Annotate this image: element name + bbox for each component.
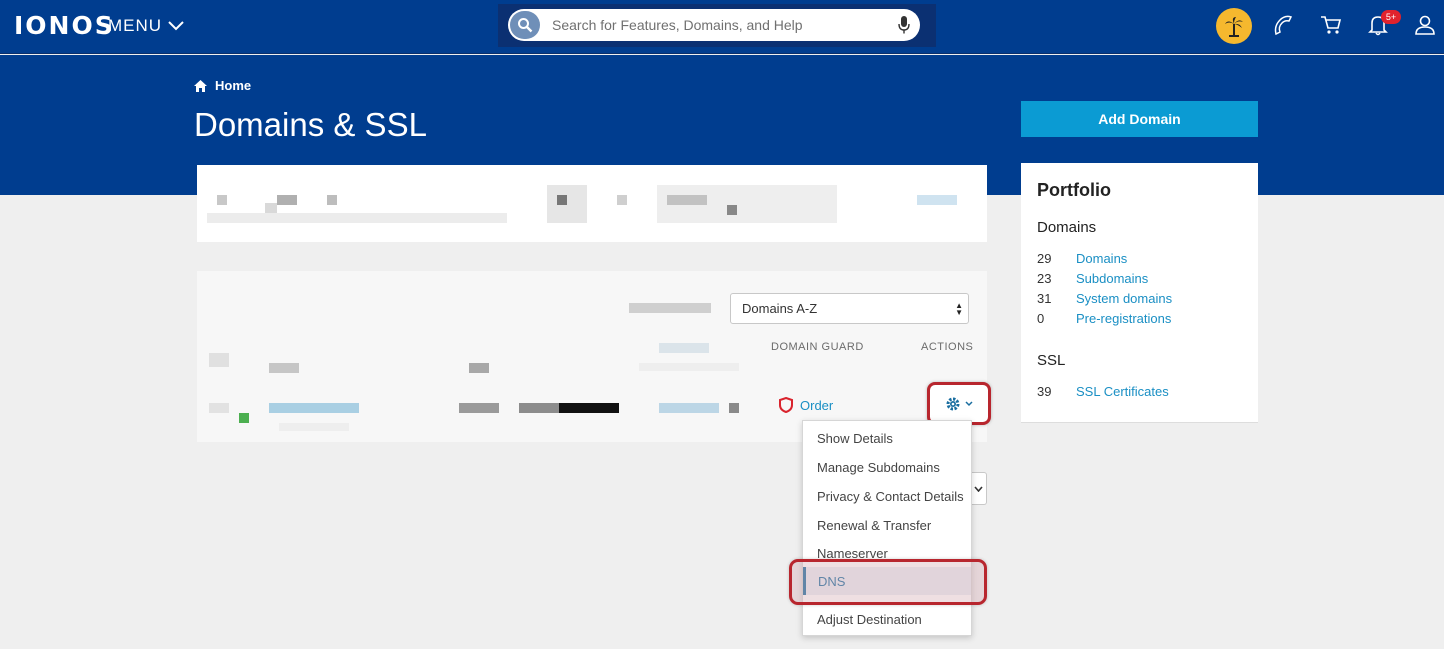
pre-registrations-link[interactable]: Pre-registrations	[1076, 311, 1171, 326]
menu-item-manage-subdomains[interactable]: Manage Subdomains	[803, 453, 971, 481]
page-size-select[interactable]	[970, 472, 987, 505]
search-input[interactable]	[552, 9, 892, 41]
system-domains-link[interactable]: System domains	[1076, 291, 1172, 306]
sort-select[interactable]: Domains A-Z ▲ ▼	[730, 293, 969, 324]
portfolio-row-ssl-certificates: 39 SSL Certificates	[1037, 384, 1169, 399]
chevron-down-icon	[168, 21, 184, 31]
subdomains-link[interactable]: Subdomains	[1076, 271, 1148, 286]
portfolio-row-domains: 29 Domains	[1037, 251, 1127, 266]
notification-badge: 5+	[1381, 10, 1401, 24]
avatar[interactable]	[1216, 8, 1252, 44]
status-indicator	[239, 413, 249, 423]
search-box	[508, 9, 920, 41]
microphone-icon[interactable]	[898, 16, 910, 34]
domains-link[interactable]: Domains	[1076, 251, 1127, 266]
cart-icon[interactable]	[1320, 14, 1342, 36]
portfolio-row-system-domains: 31 System domains	[1037, 291, 1172, 306]
domain-guard-order-link[interactable]: Order	[779, 397, 833, 413]
count: 23	[1037, 271, 1052, 286]
column-header-domain-guard: DOMAIN GUARD	[771, 341, 864, 353]
menu-item-renewal-transfer[interactable]: Renewal & Transfer	[803, 511, 971, 539]
home-icon	[194, 79, 207, 92]
portfolio-title: Portfolio	[1037, 180, 1111, 200]
portfolio-row-pre-registrations: 0 Pre-registrations	[1037, 311, 1171, 326]
count: 39	[1037, 384, 1052, 399]
ionos-logo[interactable]: IONOS	[14, 11, 115, 40]
redacted-content	[559, 403, 619, 413]
portfolio-panel: Portfolio Domains 29 Domains 23 Subdomai…	[1021, 163, 1258, 423]
sort-select-value: Domains A-Z	[742, 301, 818, 316]
redacted-domain-link[interactable]	[269, 403, 359, 413]
summary-card	[197, 165, 987, 242]
redacted-content	[207, 213, 507, 223]
ssl-certificates-link[interactable]: SSL Certificates	[1076, 384, 1169, 399]
count: 29	[1037, 251, 1052, 266]
top-nav: IONOS MENU 5+	[0, 0, 1444, 54]
redacted-content	[639, 363, 739, 371]
user-icon[interactable]	[1414, 14, 1436, 36]
portfolio-row-subdomains: 23 Subdomains	[1037, 271, 1148, 286]
actions-dropdown: Show Details Manage Subdomains Privacy &…	[802, 420, 972, 636]
redacted-content	[617, 195, 627, 205]
redacted-content	[727, 205, 737, 215]
menu-item-privacy-contact-details[interactable]: Privacy & Contact Details	[803, 482, 971, 510]
palm-tree-icon	[1225, 17, 1243, 37]
add-domain-button[interactable]: Add Domain	[1021, 101, 1258, 137]
redacted-content	[557, 195, 567, 205]
select-arrows-icon: ▲ ▼	[955, 301, 963, 317]
redacted-content	[917, 195, 957, 205]
breadcrumb-home[interactable]: Home	[215, 78, 251, 93]
redacted-content	[729, 403, 739, 413]
page-title: Domains & SSL	[194, 106, 427, 143]
gear-icon	[946, 397, 960, 410]
menu-button[interactable]: MENU	[108, 16, 184, 36]
count: 31	[1037, 291, 1052, 306]
chevron-down-icon	[965, 400, 973, 406]
redacted-content	[547, 185, 587, 223]
actions-gear-button[interactable]	[927, 382, 991, 425]
portfolio-domains-heading: Domains	[1037, 219, 1097, 236]
phone-icon[interactable]	[1272, 14, 1294, 38]
redacted-content	[327, 195, 337, 205]
count: 0	[1037, 311, 1045, 326]
redacted-content	[659, 403, 719, 413]
redacted-content	[209, 403, 229, 413]
column-header-actions: ACTIONS	[921, 341, 974, 353]
breadcrumb[interactable]: Home	[194, 78, 251, 93]
redacted-content	[209, 353, 229, 367]
redacted-content	[459, 403, 499, 413]
menu-item-dns[interactable]: DNS	[803, 567, 971, 595]
search-bar	[498, 4, 936, 47]
redacted-content	[659, 343, 709, 353]
redacted-content	[629, 303, 711, 313]
chevron-down-icon	[973, 485, 983, 492]
menu-label: MENU	[108, 16, 163, 35]
redacted-content	[217, 195, 227, 205]
redacted-content	[667, 195, 707, 205]
order-label: Order	[800, 397, 834, 413]
menu-item-nameserver[interactable]: Nameserver	[803, 539, 971, 567]
menu-item-adjust-destination[interactable]: Adjust Destination	[803, 605, 971, 633]
shield-icon	[779, 397, 793, 413]
redacted-content	[277, 195, 297, 205]
search-icon[interactable]	[510, 11, 540, 39]
redacted-content	[265, 203, 277, 213]
redacted-content	[279, 423, 349, 431]
portfolio-ssl-heading: SSL	[1037, 352, 1066, 369]
redacted-content	[469, 363, 489, 373]
redacted-content	[269, 363, 299, 373]
menu-item-show-details[interactable]: Show Details	[803, 424, 971, 452]
redacted-content	[519, 403, 559, 413]
